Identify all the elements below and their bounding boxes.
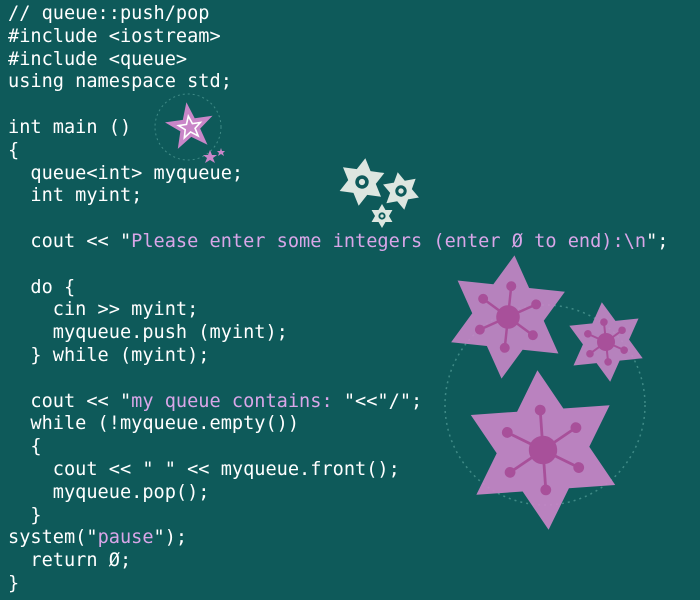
code-line: queue<int> myqueue; xyxy=(8,163,668,186)
code-token: } xyxy=(8,504,42,526)
code-line: { xyxy=(8,140,668,163)
code-token: using namespace std; xyxy=(8,71,232,93)
code-line: do { xyxy=(8,277,668,300)
code-token: { xyxy=(8,436,42,458)
code-listing: // queue::push/pop #include <iostream> #in… xyxy=(8,3,668,596)
code-line: while (!myqueue.empty()) xyxy=(8,413,668,436)
code-line: using namespace std; xyxy=(8,71,668,94)
code-line: myqueue.pop(); xyxy=(8,482,668,505)
code-line: cout << " " << myqueue.front(); xyxy=(8,459,668,482)
code-token: "); xyxy=(153,527,188,549)
code-line: } xyxy=(8,505,668,528)
code-token: myqueue.push (myint); xyxy=(8,322,288,344)
code-token: cout << " xyxy=(8,390,132,412)
code-token: } while (myint); xyxy=(8,344,210,366)
code-token: { xyxy=(8,139,20,161)
code-line: } xyxy=(8,573,668,596)
code-token: cin >> myint; xyxy=(8,299,199,321)
code-token: "<<"/"; xyxy=(343,390,423,412)
code-token: int main () xyxy=(8,116,132,138)
code-line: } while (myint); xyxy=(8,345,668,368)
code-line: myqueue.push (myint); xyxy=(8,322,668,345)
code-token: do { xyxy=(8,276,76,298)
code-line: #include <queue> xyxy=(8,49,668,72)
code-token: while (!myqueue.empty()) xyxy=(8,413,300,435)
code-token: queue<int> myqueue; xyxy=(8,162,244,184)
code-token: cout << " xyxy=(8,230,132,252)
code-token: int myint; xyxy=(8,185,143,207)
code-token: myqueue.pop(); xyxy=(8,481,210,503)
string-literal: my queue contains: xyxy=(131,390,344,412)
code-token: "; xyxy=(646,230,669,252)
string-literal: pause xyxy=(97,527,154,549)
string-literal: Please enter some integers (enter Ø to e… xyxy=(131,230,647,252)
code-line: cout << "my queue contains: "<<"/"; xyxy=(8,391,668,414)
code-line: cin >> myint; xyxy=(8,299,668,322)
code-line: #include <iostream> xyxy=(8,26,668,49)
code-line: cout << "Please enter some integers (ent… xyxy=(8,231,668,254)
code-line: return Ø; xyxy=(8,550,668,573)
code-line: { xyxy=(8,436,668,459)
code-token: // queue::push/pop xyxy=(8,3,210,24)
code-line: // queue::push/pop xyxy=(8,3,668,26)
code-token: return Ø; xyxy=(8,550,132,572)
code-token: } xyxy=(8,572,20,594)
code-line: int main () xyxy=(8,117,668,140)
code-line: int myint; xyxy=(8,185,668,208)
code-token: system(" xyxy=(8,527,98,549)
code-token: #include <queue> xyxy=(8,48,188,70)
code-token: #include <iostream> xyxy=(8,25,221,47)
code-line: system("pause"); xyxy=(8,527,668,550)
code-token: cout << " " << myqueue.front(); xyxy=(8,458,400,480)
